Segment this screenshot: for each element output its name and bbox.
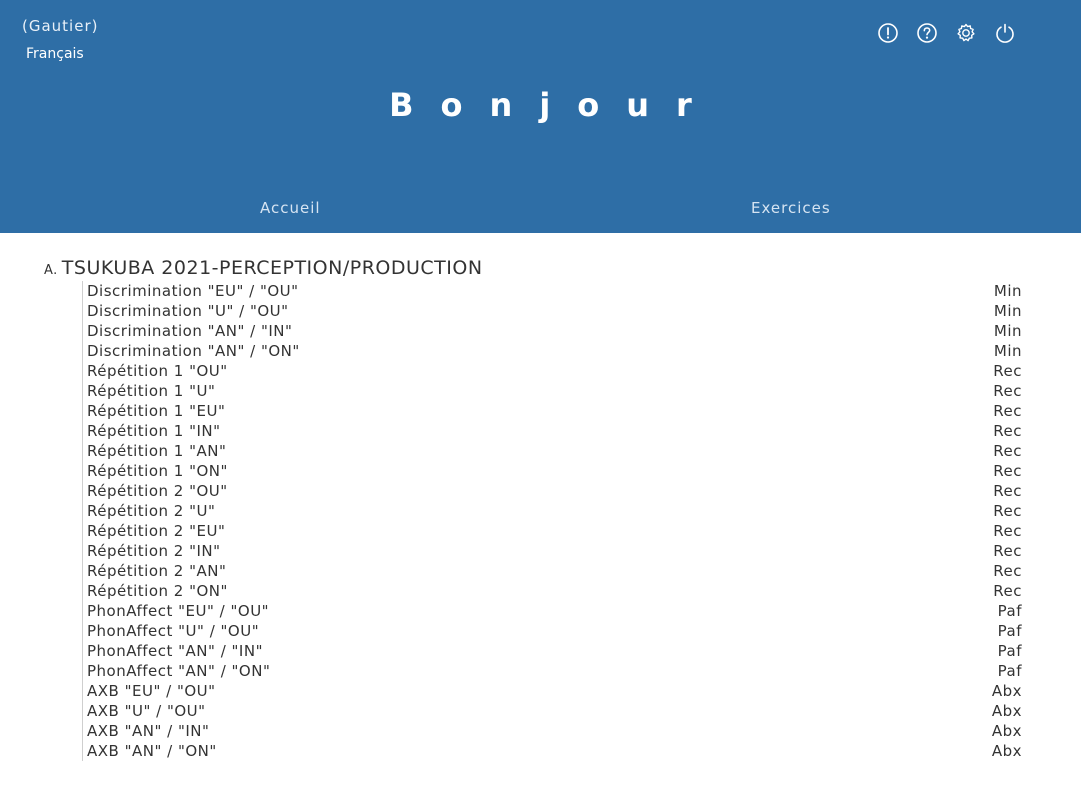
exercise-name: AXB "U" / "OU" bbox=[87, 702, 206, 720]
exercise-type: Rec bbox=[993, 562, 1022, 580]
exercise-row[interactable]: Répétition 1 "OU" Rec bbox=[83, 361, 1022, 381]
exercise-name: AXB "AN" / "IN" bbox=[87, 722, 210, 740]
exercise-row[interactable]: Répétition 2 "IN" Rec bbox=[83, 541, 1022, 561]
exercise-type: Paf bbox=[997, 602, 1022, 620]
exercise-row[interactable]: AXB "U" / "OU" Abx bbox=[83, 701, 1022, 721]
settings-icon[interactable] bbox=[955, 22, 977, 44]
exercise-type: Rec bbox=[993, 542, 1022, 560]
exercise-name: Répétition 1 "IN" bbox=[87, 422, 221, 440]
exercise-name: Répétition 2 "EU" bbox=[87, 522, 226, 540]
section-title: TSUKUBA 2021-PERCEPTION/PRODUCTION bbox=[61, 257, 483, 279]
exercise-type: Min bbox=[993, 322, 1022, 340]
exercise-row[interactable]: Discrimination "AN" / "ON" Min bbox=[83, 341, 1022, 361]
info-icon[interactable] bbox=[877, 22, 899, 44]
exercise-list: Discrimination "EU" / "OU" Min Discriminat… bbox=[82, 281, 1022, 761]
exercise-row[interactable]: AXB "AN" / "ON" Abx bbox=[83, 741, 1022, 761]
exercise-name: Répétition 2 "IN" bbox=[87, 542, 221, 560]
exercise-name: Discrimination "U" / "OU" bbox=[87, 302, 289, 320]
exercise-row[interactable]: Discrimination "AN" / "IN" Min bbox=[83, 321, 1022, 341]
exercise-row[interactable]: Répétition 2 "OU" Rec bbox=[83, 481, 1022, 501]
exercise-row[interactable]: Répétition 1 "ON" Rec bbox=[83, 461, 1022, 481]
exercise-type: Rec bbox=[993, 462, 1022, 480]
header-icons bbox=[877, 22, 1016, 44]
greeting-title: Bonjour bbox=[389, 86, 719, 124]
exercise-type: Rec bbox=[993, 502, 1022, 520]
header: (Gautier) Français Bonjour Accueil Exerc… bbox=[0, 0, 1081, 233]
exercise-type: Rec bbox=[993, 522, 1022, 540]
exercise-row[interactable]: Répétition 2 "U" Rec bbox=[83, 501, 1022, 521]
exercise-type: Abx bbox=[991, 702, 1022, 720]
exercise-name: AXB "EU" / "OU" bbox=[87, 682, 216, 700]
exercise-type: Paf bbox=[997, 642, 1022, 660]
exercise-row[interactable]: Répétition 1 "EU" Rec bbox=[83, 401, 1022, 421]
exercise-type: Min bbox=[993, 342, 1022, 360]
exercise-type: Abx bbox=[991, 742, 1022, 760]
exercise-row[interactable]: Répétition 2 "AN" Rec bbox=[83, 561, 1022, 581]
exercise-name: PhonAffect "AN" / "IN" bbox=[87, 642, 263, 660]
exercise-name: Répétition 2 "U" bbox=[87, 502, 216, 520]
exercise-row[interactable]: PhonAffect "EU" / "OU" Paf bbox=[83, 601, 1022, 621]
exercise-type: Abx bbox=[991, 682, 1022, 700]
exercise-row[interactable]: Répétition 1 "IN" Rec bbox=[83, 421, 1022, 441]
exercise-type: Paf bbox=[997, 622, 1022, 640]
exercise-name: Répétition 1 "AN" bbox=[87, 442, 227, 460]
exercise-name: Répétition 1 "EU" bbox=[87, 402, 226, 420]
help-icon[interactable] bbox=[916, 22, 938, 44]
language-selector[interactable]: Français bbox=[26, 46, 84, 62]
exercise-name: AXB "AN" / "ON" bbox=[87, 742, 217, 760]
exercise-name: Répétition 1 "ON" bbox=[87, 462, 228, 480]
exercise-name: Répétition 1 "U" bbox=[87, 382, 216, 400]
exercise-name: PhonAffect "AN" / "ON" bbox=[87, 662, 271, 680]
exercise-name: Répétition 2 "AN" bbox=[87, 562, 227, 580]
tab-accueil[interactable]: Accueil bbox=[260, 199, 321, 217]
exercise-type: Rec bbox=[993, 482, 1022, 500]
exercise-row[interactable]: PhonAffect "AN" / "IN" Paf bbox=[83, 641, 1022, 661]
exercise-row[interactable]: Répétition 1 "AN" Rec bbox=[83, 441, 1022, 461]
exercise-row[interactable]: Répétition 2 "ON" Rec bbox=[83, 581, 1022, 601]
exercise-name: PhonAffect "EU" / "OU" bbox=[87, 602, 270, 620]
exercise-type: Rec bbox=[993, 402, 1022, 420]
exercise-type: Rec bbox=[993, 362, 1022, 380]
power-icon[interactable] bbox=[994, 22, 1016, 44]
exercise-row[interactable]: Répétition 2 "EU" Rec bbox=[83, 521, 1022, 541]
exercise-name: Répétition 2 "ON" bbox=[87, 582, 228, 600]
exercise-row[interactable]: Répétition 1 "U" Rec bbox=[83, 381, 1022, 401]
exercise-row[interactable]: AXB "EU" / "OU" Abx bbox=[83, 681, 1022, 701]
exercise-type: Rec bbox=[993, 422, 1022, 440]
exercise-name: Discrimination "EU" / "OU" bbox=[87, 282, 299, 300]
exercise-type: Min bbox=[993, 302, 1022, 320]
user-name: (Gautier) bbox=[22, 17, 99, 35]
section-heading: A. TSUKUBA 2021-PERCEPTION/PRODUCTION bbox=[44, 255, 1081, 281]
exercise-row[interactable]: Discrimination "EU" / "OU" Min bbox=[83, 281, 1022, 301]
exercise-name: Discrimination "AN" / "IN" bbox=[87, 322, 293, 340]
exercise-name: Répétition 1 "OU" bbox=[87, 362, 228, 380]
section-letter: A. bbox=[44, 263, 58, 278]
exercise-type: Paf bbox=[997, 662, 1022, 680]
exercise-type: Abx bbox=[991, 722, 1022, 740]
exercise-row[interactable]: AXB "AN" / "IN" Abx bbox=[83, 721, 1022, 741]
exercise-type: Rec bbox=[993, 382, 1022, 400]
exercise-row[interactable]: PhonAffect "AN" / "ON" Paf bbox=[83, 661, 1022, 681]
exercise-name: Discrimination "AN" / "ON" bbox=[87, 342, 300, 360]
tab-exercices[interactable]: Exercices bbox=[751, 199, 831, 217]
exercise-name: PhonAffect "U" / "OU" bbox=[87, 622, 260, 640]
exercise-name: Répétition 2 "OU" bbox=[87, 482, 228, 500]
main-content: A. TSUKUBA 2021-PERCEPTION/PRODUCTION Dis… bbox=[0, 233, 1081, 761]
exercise-type: Min bbox=[993, 282, 1022, 300]
exercise-row[interactable]: Discrimination "U" / "OU" Min bbox=[83, 301, 1022, 321]
exercise-row[interactable]: PhonAffect "U" / "OU" Paf bbox=[83, 621, 1022, 641]
exercise-type: Rec bbox=[993, 442, 1022, 460]
exercise-type: Rec bbox=[993, 582, 1022, 600]
